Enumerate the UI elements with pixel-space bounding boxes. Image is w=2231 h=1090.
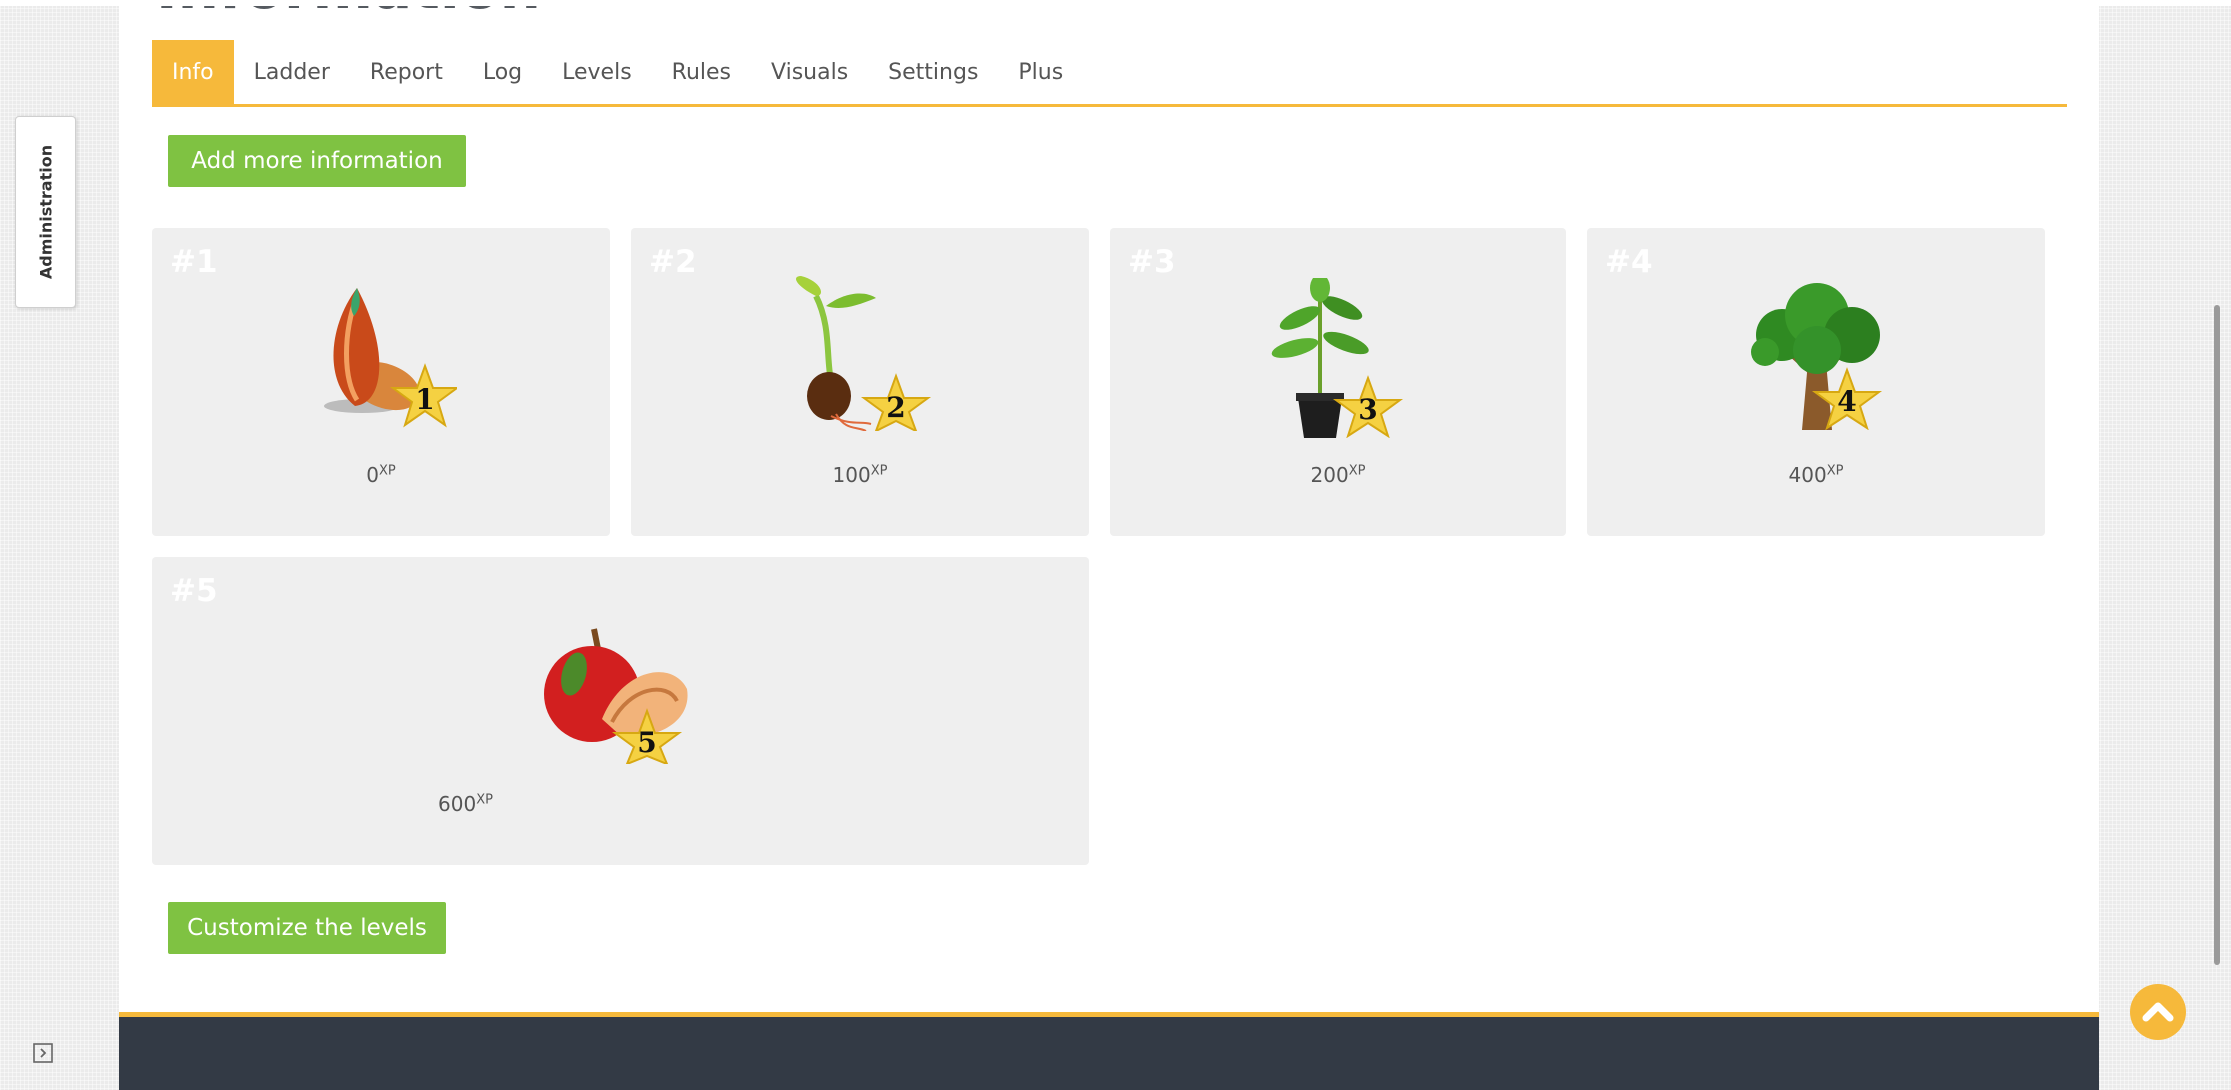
tab-log[interactable]: Log — [463, 40, 542, 104]
tab-bar: Info Ladder Report Log Levels Rules Visu… — [152, 40, 2067, 107]
level-number: #4 — [1605, 244, 1653, 280]
level-card-2: #2 2 100XP — [631, 228, 1089, 536]
level-card-4: #4 4 400XP — [1587, 228, 2045, 536]
apple-icon: 5 — [544, 628, 688, 764]
expand-panel-icon[interactable] — [33, 1043, 53, 1063]
level-xp: 400XP — [1788, 463, 1844, 487]
level-number: #5 — [170, 573, 218, 609]
level-card-5: #5 5 600XP — [152, 557, 1089, 865]
level-card-3: #3 3 200XP — [1110, 228, 1566, 536]
tab-visuals[interactable]: Visuals — [751, 40, 868, 104]
tab-report[interactable]: Report — [350, 40, 463, 104]
tab-levels[interactable]: Levels — [542, 40, 652, 104]
add-more-information-button[interactable]: Add more information — [168, 135, 466, 187]
level-xp: 600XP — [438, 792, 493, 816]
level-number: #2 — [649, 244, 697, 280]
footer — [119, 1012, 2099, 1090]
tree-icon: 4 — [1751, 283, 1883, 430]
level-badge: 5 — [637, 726, 656, 759]
level-badge: 4 — [1837, 385, 1856, 418]
potted-plant-icon: 3 — [1271, 278, 1404, 438]
level-card-1: #1 1 0XP — [152, 228, 610, 536]
tab-plus[interactable]: Plus — [998, 40, 1083, 104]
heading-clip: Information — [119, 6, 2099, 36]
page-title: Information — [156, 6, 541, 22]
level-badge: 1 — [415, 383, 434, 416]
chevron-up-icon — [2142, 1002, 2174, 1022]
sprout-icon: 2 — [796, 276, 932, 431]
level-xp: 100XP — [832, 463, 888, 487]
seed-icon: 1 — [324, 288, 457, 428]
tab-settings[interactable]: Settings — [868, 40, 998, 104]
tab-rules[interactable]: Rules — [652, 40, 751, 104]
level-number: #1 — [170, 244, 218, 280]
tab-ladder[interactable]: Ladder — [234, 40, 350, 104]
administration-label: Administration — [36, 144, 55, 280]
level-xp: 200XP — [1310, 463, 1366, 487]
level-xp: 0XP — [366, 463, 396, 487]
main-panel: Information Info Ladder Report Log Level… — [119, 6, 2099, 1090]
level-badge: 2 — [886, 391, 905, 424]
scroll-to-top-button[interactable] — [2130, 984, 2186, 1040]
level-badge: 3 — [1358, 393, 1377, 426]
customize-levels-button[interactable]: Customize the levels — [168, 902, 446, 954]
administration-tab[interactable]: Administration — [15, 116, 76, 308]
tab-info[interactable]: Info — [152, 40, 234, 104]
level-number: #3 — [1128, 244, 1176, 280]
scrollbar-thumb[interactable] — [2214, 305, 2220, 965]
